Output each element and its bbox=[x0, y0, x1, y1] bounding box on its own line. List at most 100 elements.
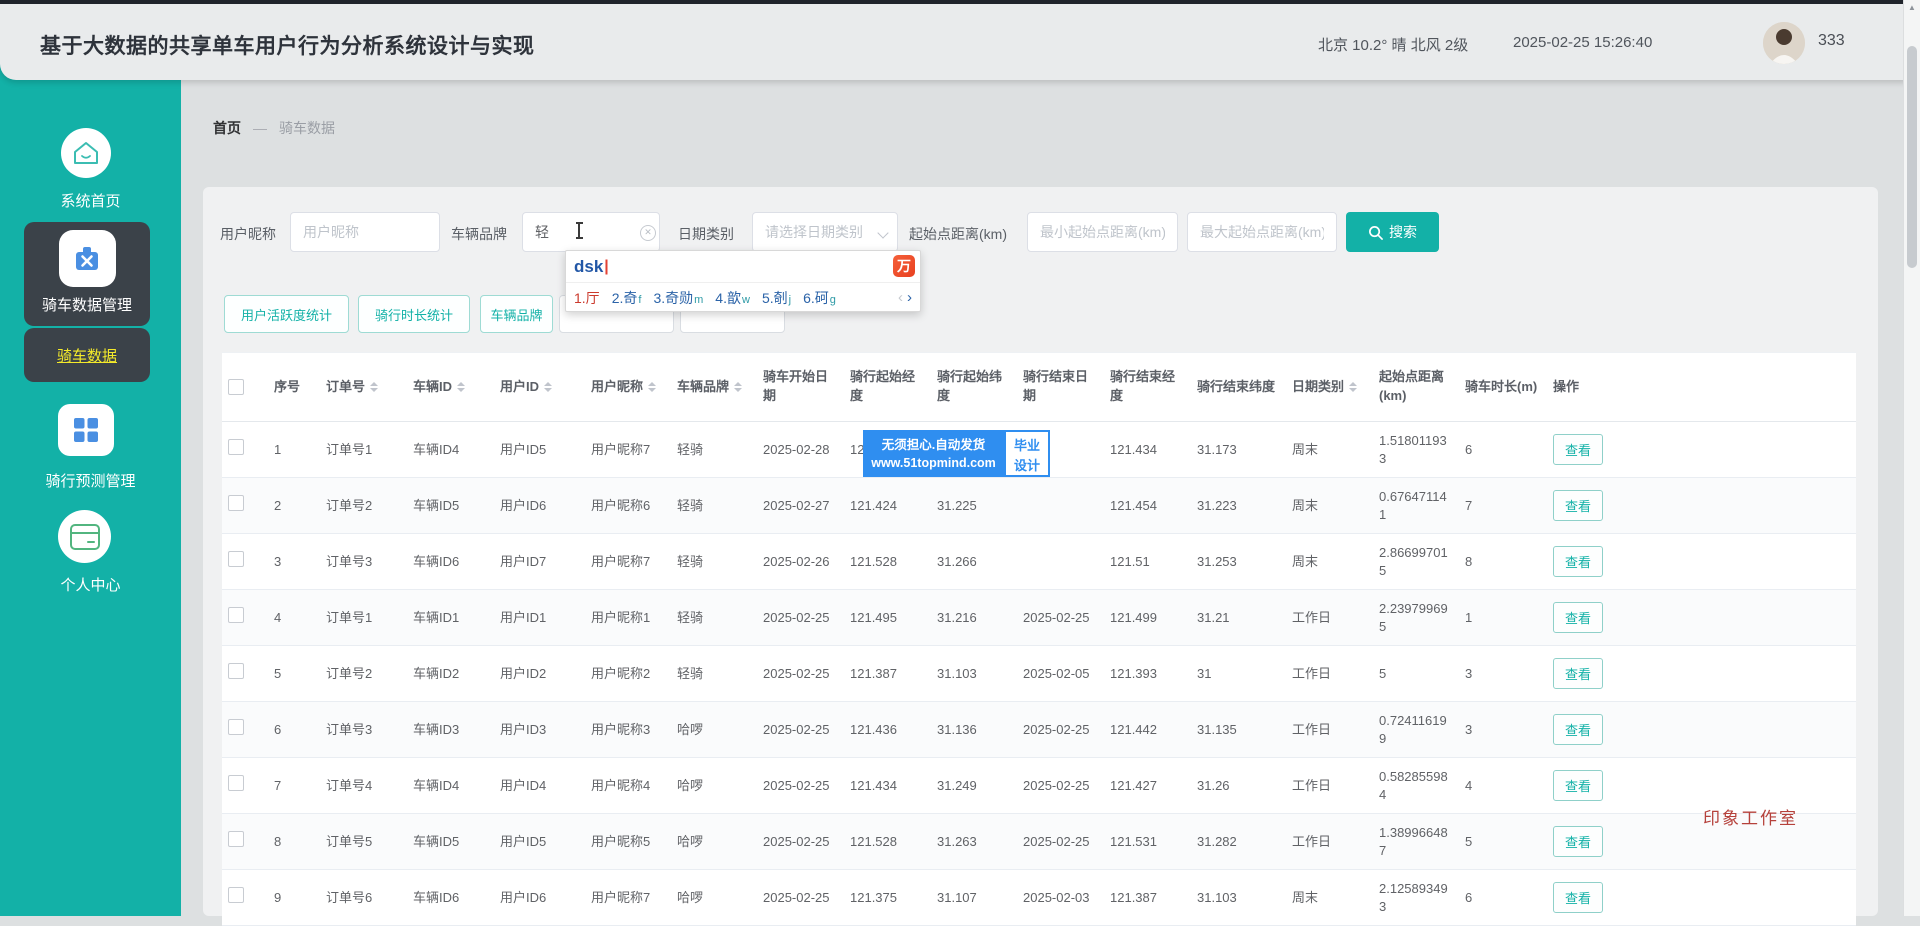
row-checkbox[interactable] bbox=[228, 439, 244, 455]
view-button[interactable]: 查看 bbox=[1553, 490, 1603, 521]
vehicle-brand-stats-button[interactable]: 车辆品牌 bbox=[480, 295, 553, 333]
table-cell: 用户昵称3 bbox=[585, 721, 671, 739]
view-button[interactable]: 查看 bbox=[1553, 434, 1603, 465]
view-button[interactable]: 查看 bbox=[1553, 658, 1603, 689]
table-cell: 2025-02-25 bbox=[757, 889, 844, 907]
sort-caret-icon[interactable] bbox=[734, 378, 742, 396]
ime-candidate[interactable]: 6.砢g bbox=[803, 288, 836, 308]
column-header[interactable]: 车辆品牌 bbox=[671, 378, 757, 397]
ride-duration-stats-button[interactable]: 骑行时长统计 bbox=[358, 295, 470, 333]
ime-candidate[interactable]: 3.奇勋m bbox=[653, 288, 703, 308]
table-cell: 31.107 bbox=[931, 889, 1017, 907]
table-cell: 7 bbox=[1459, 497, 1547, 515]
table-row: 6订单号3车辆ID3用户ID3用户昵称3哈啰2025-02-25121.4363… bbox=[222, 702, 1856, 758]
breadcrumb: 首页 — 骑车数据 bbox=[213, 118, 335, 138]
column-header[interactable]: 用户ID bbox=[494, 378, 585, 397]
table-cell: 31.282 bbox=[1191, 833, 1286, 851]
row-checkbox[interactable] bbox=[228, 551, 244, 567]
datetime-display: 2025-02-25 15:26:40 bbox=[1513, 34, 1652, 51]
studio-label: 印象工作室 bbox=[1703, 804, 1798, 829]
ime-candidate[interactable]: 4.歆w bbox=[715, 288, 750, 308]
view-button[interactable]: 查看 bbox=[1553, 770, 1603, 801]
table-cell: 用户昵称1 bbox=[585, 609, 671, 627]
table-cell: 哈啰 bbox=[671, 833, 757, 851]
ime-candidate[interactable]: 1.厅 bbox=[574, 288, 600, 308]
table-cell: 4 bbox=[268, 609, 320, 627]
table-cell: 121.375 bbox=[844, 889, 931, 907]
sidebar-item-ride-data-management[interactable]: 骑车数据管理 bbox=[24, 222, 150, 326]
table-cell: 121.528 bbox=[844, 833, 931, 851]
table-cell: 轻骑 bbox=[671, 553, 757, 571]
date-type-placeholder: 请选择日期类别 bbox=[753, 222, 863, 242]
view-button[interactable]: 查看 bbox=[1553, 826, 1603, 857]
sort-caret-icon[interactable] bbox=[370, 378, 378, 396]
view-button[interactable]: 查看 bbox=[1553, 602, 1603, 633]
table-cell: 8 bbox=[268, 833, 320, 851]
row-checkbox[interactable] bbox=[228, 831, 244, 847]
table-cell: 周末 bbox=[1286, 553, 1373, 571]
brand-label: 车辆品牌 bbox=[451, 224, 507, 244]
search-button[interactable]: 搜索 bbox=[1346, 212, 1439, 252]
ime-next-page-icon[interactable]: › bbox=[907, 289, 912, 306]
breadcrumb-home[interactable]: 首页 bbox=[213, 118, 241, 138]
table-cell: 车辆ID1 bbox=[407, 609, 494, 627]
row-checkbox[interactable] bbox=[228, 719, 244, 735]
ime-prev-page-icon[interactable]: ‹ bbox=[898, 289, 903, 306]
scrollbar[interactable]: ▲ bbox=[1903, 0, 1920, 916]
view-button[interactable]: 查看 bbox=[1553, 714, 1603, 745]
text-cursor-icon bbox=[578, 222, 580, 239]
date-type-select[interactable]: 请选择日期类别 bbox=[752, 212, 898, 252]
table-cell: 2025-02-25 bbox=[1017, 777, 1104, 795]
scrollbar-thumb[interactable] bbox=[1907, 46, 1917, 268]
table-cell: 2.239799695 bbox=[1373, 600, 1459, 635]
distance-label: 起始点距离(km) bbox=[909, 224, 1007, 244]
sort-caret-icon[interactable] bbox=[457, 378, 465, 396]
clear-input-icon[interactable]: ✕ bbox=[640, 225, 656, 241]
user-activity-stats-button[interactable]: 用户活跃度统计 bbox=[224, 295, 349, 333]
row-checkbox[interactable] bbox=[228, 887, 244, 903]
column-header[interactable]: 日期类别 bbox=[1286, 378, 1373, 397]
sidebar-subitem-label: 骑车数据 bbox=[57, 345, 117, 366]
table-cell: 2025-02-28 bbox=[757, 441, 844, 459]
ime-pager: ‹› bbox=[898, 289, 920, 306]
table-cell: 轻骑 bbox=[671, 665, 757, 683]
table-cell: 周末 bbox=[1286, 441, 1373, 459]
row-checkbox[interactable] bbox=[228, 663, 244, 679]
table-cell: 3 bbox=[268, 553, 320, 571]
sidebar-item-label: 系统首页 bbox=[0, 190, 181, 211]
max-distance-input[interactable] bbox=[1187, 212, 1337, 252]
breadcrumb-separator: — bbox=[253, 120, 267, 136]
row-checkbox[interactable] bbox=[228, 775, 244, 791]
table-cell: 31 bbox=[1191, 665, 1286, 683]
view-button[interactable]: 查看 bbox=[1553, 882, 1603, 913]
table-cell: 周末 bbox=[1286, 889, 1373, 907]
sidebar-item-ride-data[interactable]: 骑车数据 bbox=[24, 328, 150, 382]
column-header[interactable]: 车辆ID bbox=[407, 378, 494, 397]
ime-candidate[interactable]: 5.剞j bbox=[762, 288, 791, 308]
username-label[interactable]: 333 bbox=[1818, 32, 1845, 50]
column-header[interactable]: 用户昵称 bbox=[585, 378, 671, 397]
table-cell: 车辆ID3 bbox=[407, 721, 494, 739]
table-cell: 6 bbox=[1459, 441, 1547, 459]
sort-caret-icon[interactable] bbox=[648, 378, 656, 396]
table-row: 7订单号4车辆ID4用户ID4用户昵称4哈啰2025-02-25121.4343… bbox=[222, 758, 1856, 814]
table-cell: 31.136 bbox=[931, 721, 1017, 739]
scrollbar-up-arrow-icon[interactable]: ▲ bbox=[1904, 3, 1920, 12]
table-cell: 轻骑 bbox=[671, 441, 757, 459]
avatar[interactable] bbox=[1763, 22, 1805, 64]
view-button[interactable]: 查看 bbox=[1553, 546, 1603, 577]
sort-caret-icon[interactable] bbox=[544, 378, 552, 396]
ime-candidate[interactable]: 2.奇f bbox=[612, 288, 642, 308]
column-header: 骑行起始经度 bbox=[844, 368, 931, 406]
ime-logo-icon[interactable]: 万 bbox=[893, 255, 915, 277]
nickname-input[interactable] bbox=[290, 212, 440, 252]
row-checkbox[interactable] bbox=[228, 607, 244, 623]
column-header[interactable]: 订单号 bbox=[320, 378, 407, 397]
table-cell: 31.173 bbox=[1191, 441, 1286, 459]
watermark: 无须担心.自动发货 www.51topmind.com 毕业 设计 bbox=[863, 430, 1050, 477]
select-all-checkbox[interactable] bbox=[228, 379, 244, 395]
min-distance-input[interactable] bbox=[1027, 212, 1178, 252]
sort-caret-icon[interactable] bbox=[1349, 378, 1357, 396]
row-checkbox[interactable] bbox=[228, 495, 244, 511]
page-title: 基于大数据的共享单车用户行为分析系统设计与实现 bbox=[40, 30, 535, 60]
